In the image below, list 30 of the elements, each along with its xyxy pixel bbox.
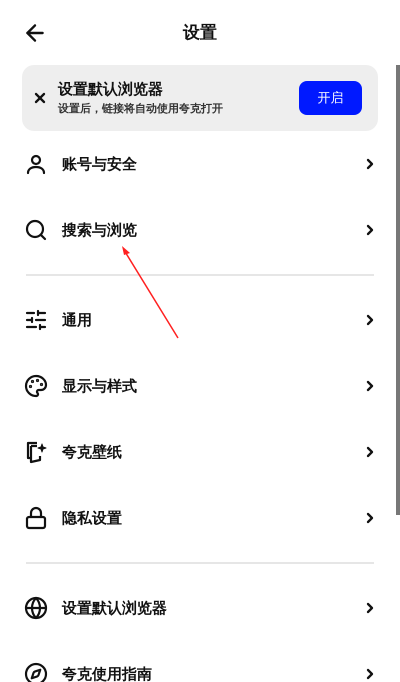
lock-icon [24, 506, 48, 530]
row-label: 隐私设置 [62, 508, 123, 528]
palette-icon [24, 374, 48, 398]
row-label: 设置默认浏览器 [62, 598, 168, 618]
settings-row[interactable]: 设置默认浏览器 [0, 575, 400, 641]
settings-row[interactable]: 隐私设置 [0, 485, 400, 551]
settings-row[interactable]: 通用 [0, 287, 400, 353]
page-title: 设置 [183, 22, 217, 44]
scrollbar-thumb[interactable] [396, 65, 400, 515]
search-icon [24, 218, 48, 242]
settings-row[interactable]: 夸克壁纸 [0, 419, 400, 485]
row-label: 通用 [62, 310, 93, 330]
compass-icon [24, 662, 48, 682]
globe-icon [24, 596, 48, 620]
banner-title: 设置默认浏览器 [58, 80, 164, 99]
wallpaper-sparkle-icon [24, 440, 48, 464]
settings-row[interactable]: 显示与样式 [0, 353, 400, 419]
person-icon [24, 152, 48, 176]
banner-subtitle: 设置后，链接将自动使用夸克打开 [58, 101, 224, 116]
row-label: 账号与安全 [62, 154, 138, 174]
row-label: 显示与样式 [62, 376, 138, 396]
row-label: 夸克使用指南 [62, 664, 153, 682]
settings-row[interactable]: 夸克使用指南 [0, 641, 400, 682]
close-button[interactable] [32, 90, 48, 106]
enable-button[interactable]: 开启 [299, 81, 362, 115]
row-label: 夸克壁纸 [62, 442, 123, 462]
settings-row[interactable]: 搜索与浏览 [0, 197, 400, 263]
row-label: 搜索与浏览 [62, 220, 138, 240]
settings-row[interactable]: 账号与安全 [0, 131, 400, 197]
sliders-icon [24, 308, 48, 332]
